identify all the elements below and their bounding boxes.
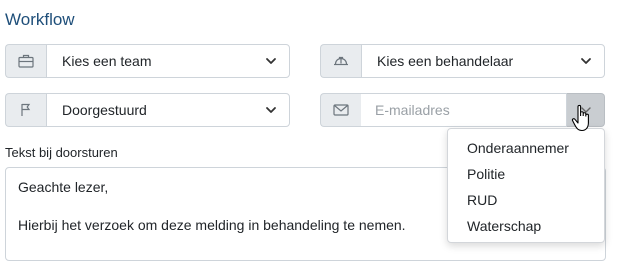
handler-select-group: Kies een behandelaar (320, 44, 605, 78)
menu-item-politie[interactable]: Politie (448, 161, 604, 187)
team-select[interactable]: Kies een team (46, 44, 290, 78)
menu-item-waterschap[interactable]: Waterschap (448, 213, 604, 239)
status-select-value: Doorgestuurd (62, 102, 147, 118)
status-select[interactable]: Doorgestuurd (46, 93, 290, 127)
handler-select-value: Kies een behandelaar (377, 53, 514, 69)
chevron-down-icon (581, 58, 591, 64)
flag-icon (5, 93, 46, 127)
chevron-down-icon (266, 58, 276, 64)
envelope-icon (320, 93, 361, 127)
workflow-panel: Workflow Kies een team Kies een behandel… (0, 0, 617, 270)
section-title: Workflow (5, 10, 75, 29)
handler-select[interactable]: Kies een behandelaar (361, 44, 605, 78)
team-select-value: Kies een team (62, 53, 152, 69)
email-group: E-mailadres (320, 93, 605, 127)
status-select-group: Doorgestuurd (5, 93, 290, 127)
email-input[interactable]: E-mailadres (361, 93, 567, 127)
email-placeholder: E-mailadres (375, 102, 450, 118)
menu-item-rud[interactable]: RUD (448, 187, 604, 213)
hand-pointer-icon (571, 104, 589, 132)
hardhat-icon (320, 44, 361, 78)
menu-item-onderaannemer[interactable]: Onderaannemer (448, 135, 604, 161)
forward-text-label: Tekst bij doorsturen (5, 145, 118, 160)
recipient-menu: Onderaannemer Politie RUD Waterschap (447, 128, 605, 243)
briefcase-icon (5, 44, 46, 78)
team-select-group: Kies een team (5, 44, 290, 78)
chevron-down-icon (266, 107, 276, 113)
